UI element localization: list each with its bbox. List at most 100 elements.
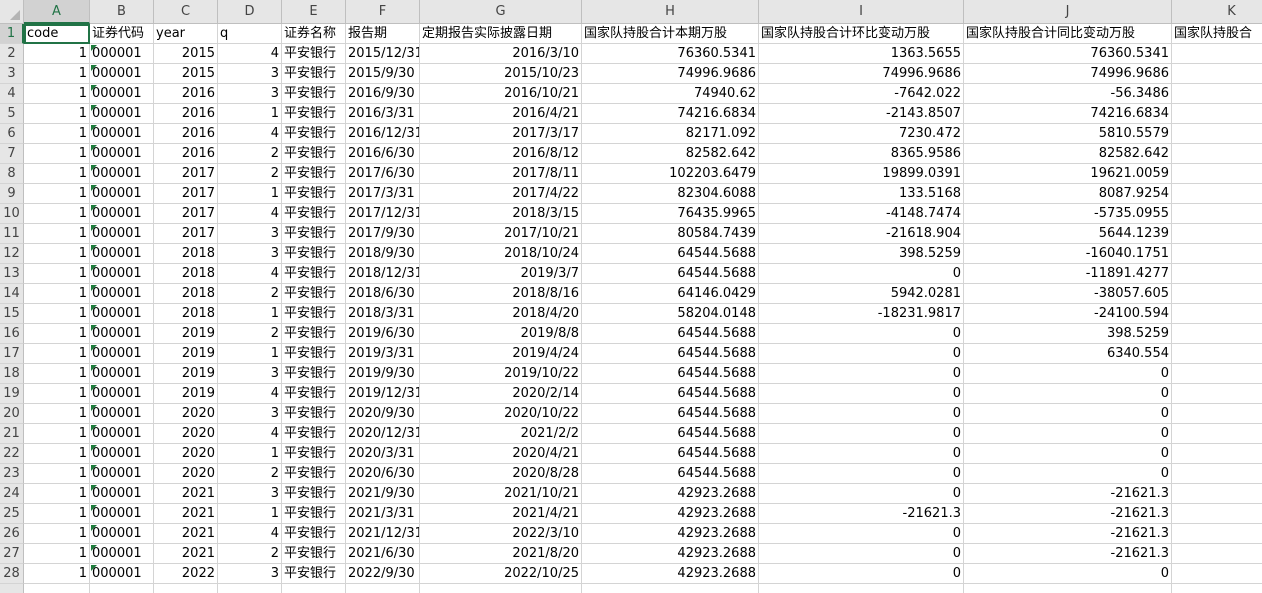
table-cell[interactable]: -56.3486 <box>964 84 1172 104</box>
table-cell[interactable]: 82582.642 <box>582 144 759 164</box>
table-cell[interactable]: 1 <box>24 44 90 64</box>
table-cell[interactable]: 平安银行 <box>282 84 346 104</box>
table-cell[interactable]: 2022/3/10 <box>420 524 582 544</box>
table-cell[interactable]: 5644.1239 <box>964 224 1172 244</box>
table-cell[interactable]: 1 <box>24 184 90 204</box>
spreadsheet-grid[interactable]: A B C D E F G H I J K 1 code 证券代码 year q 证券名称 报告期 定期报告实际披露… <box>0 0 1262 593</box>
table-cell[interactable]: 2016/3/10 <box>420 44 582 64</box>
table-cell[interactable]: 2021/6/30 <box>346 544 420 564</box>
table-cell[interactable]: -21621.3 <box>964 504 1172 524</box>
table-cell[interactable]: 0 <box>759 324 964 344</box>
table-cell[interactable]: 2016/6/30 <box>346 144 420 164</box>
table-cell[interactable] <box>1172 444 1262 464</box>
row-header[interactable]: 26 <box>0 524 24 544</box>
table-cell[interactable]: 7230.472 <box>759 124 964 144</box>
table-cell[interactable]: 3 <box>218 84 282 104</box>
table-cell[interactable]: 2019 <box>154 384 218 404</box>
header-cell[interactable]: 报告期 <box>346 24 420 44</box>
table-cell[interactable]: -21621.3 <box>964 484 1172 504</box>
table-cell[interactable]: 000001 <box>90 524 154 544</box>
table-cell[interactable]: 74996.9686 <box>964 64 1172 84</box>
table-cell[interactable]: 102203.6479 <box>582 164 759 184</box>
table-cell[interactable]: 000001 <box>90 144 154 164</box>
table-cell[interactable]: 000001 <box>90 124 154 144</box>
table-cell[interactable]: 2018 <box>154 284 218 304</box>
table-cell[interactable] <box>1172 124 1262 144</box>
table-cell[interactable]: 0 <box>964 444 1172 464</box>
table-cell[interactable]: 2020/12/31 <box>346 424 420 444</box>
table-cell[interactable]: 2020 <box>154 404 218 424</box>
table-cell[interactable]: 1 <box>24 364 90 384</box>
row-header[interactable]: 14 <box>0 284 24 304</box>
table-cell[interactable]: 0 <box>759 384 964 404</box>
table-cell[interactable]: 000001 <box>90 404 154 424</box>
table-cell[interactable]: 平安银行 <box>282 44 346 64</box>
table-cell[interactable] <box>1172 144 1262 164</box>
table-cell[interactable]: 3 <box>218 484 282 504</box>
table-cell-partial[interactable] <box>90 584 154 593</box>
table-cell[interactable]: 2021/4/21 <box>420 504 582 524</box>
table-cell-partial[interactable] <box>582 584 759 593</box>
table-cell[interactable]: 76435.9965 <box>582 204 759 224</box>
table-cell[interactable]: -21621.3 <box>759 504 964 524</box>
table-cell[interactable]: -21618.904 <box>759 224 964 244</box>
table-cell[interactable] <box>1172 524 1262 544</box>
table-cell[interactable]: 74940.62 <box>582 84 759 104</box>
table-cell[interactable]: 2018 <box>154 304 218 324</box>
table-cell[interactable]: 2021/12/31 <box>346 524 420 544</box>
table-cell[interactable]: 平安银行 <box>282 484 346 504</box>
table-cell[interactable]: 4 <box>218 204 282 224</box>
table-cell[interactable]: 2019/4/24 <box>420 344 582 364</box>
table-cell[interactable]: 0 <box>964 424 1172 444</box>
row-header[interactable]: 21 <box>0 424 24 444</box>
table-cell[interactable]: 74216.6834 <box>582 104 759 124</box>
column-header-g[interactable]: G <box>420 0 582 24</box>
table-cell[interactable]: 1 <box>24 344 90 364</box>
table-cell[interactable]: 1 <box>24 104 90 124</box>
table-cell[interactable]: 74216.6834 <box>964 104 1172 124</box>
table-cell[interactable]: 平安银行 <box>282 424 346 444</box>
table-cell[interactable]: 2016 <box>154 124 218 144</box>
table-cell[interactable]: 0 <box>759 424 964 444</box>
table-cell[interactable]: 平安银行 <box>282 184 346 204</box>
table-cell[interactable]: 0 <box>964 364 1172 384</box>
table-cell[interactable] <box>1172 84 1262 104</box>
table-cell[interactable]: 1 <box>218 344 282 364</box>
table-cell[interactable]: 2018/10/24 <box>420 244 582 264</box>
table-cell[interactable]: 2016 <box>154 144 218 164</box>
table-cell[interactable]: 133.5168 <box>759 184 964 204</box>
table-cell[interactable]: 2017/12/31 <box>346 204 420 224</box>
table-cell[interactable]: 0 <box>964 404 1172 424</box>
table-cell[interactable]: 000001 <box>90 344 154 364</box>
row-header[interactable]: 3 <box>0 64 24 84</box>
table-cell[interactable]: 0 <box>759 544 964 564</box>
table-cell[interactable]: 42923.2688 <box>582 544 759 564</box>
table-cell[interactable]: 8087.9254 <box>964 184 1172 204</box>
table-cell[interactable]: 2020/3/31 <box>346 444 420 464</box>
column-header-k[interactable]: K <box>1172 0 1262 24</box>
table-cell[interactable]: 000001 <box>90 104 154 124</box>
table-cell[interactable]: 1 <box>24 84 90 104</box>
table-cell[interactable]: 平安银行 <box>282 304 346 324</box>
table-cell[interactable]: 0 <box>759 464 964 484</box>
row-header[interactable]: 11 <box>0 224 24 244</box>
table-cell[interactable]: -5735.0955 <box>964 204 1172 224</box>
table-cell[interactable]: 0 <box>759 264 964 284</box>
table-cell[interactable]: 1 <box>218 104 282 124</box>
table-cell-partial[interactable] <box>154 584 218 593</box>
column-header-a[interactable]: A <box>24 0 90 24</box>
table-cell[interactable] <box>1172 244 1262 264</box>
table-cell[interactable]: 平安银行 <box>282 324 346 344</box>
table-cell[interactable]: 000001 <box>90 304 154 324</box>
table-cell[interactable]: 2018/3/15 <box>420 204 582 224</box>
table-cell[interactable]: 平安银行 <box>282 564 346 584</box>
table-cell[interactable]: 2016/8/12 <box>420 144 582 164</box>
table-cell[interactable]: 42923.2688 <box>582 504 759 524</box>
table-cell[interactable]: -21621.3 <box>964 524 1172 544</box>
table-cell[interactable]: 000001 <box>90 324 154 344</box>
table-cell[interactable]: 2015 <box>154 44 218 64</box>
table-cell[interactable]: 1 <box>24 504 90 524</box>
table-cell[interactable] <box>1172 44 1262 64</box>
table-cell[interactable]: -24100.594 <box>964 304 1172 324</box>
column-header-i[interactable]: I <box>759 0 964 24</box>
